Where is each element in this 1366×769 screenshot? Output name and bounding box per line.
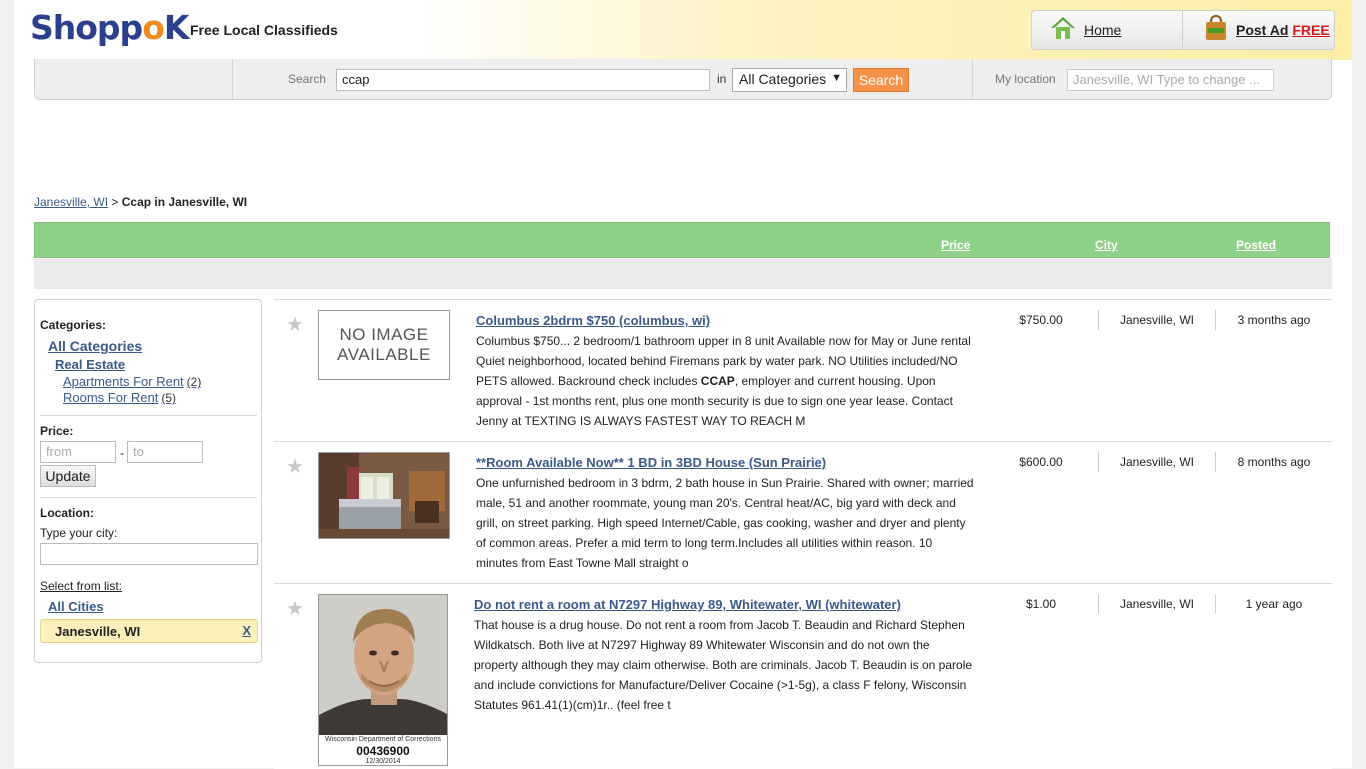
top-header: ShoppoK Free Local Classifieds Home Post… xyxy=(14,0,1352,60)
star-icon[interactable]: ★ xyxy=(286,312,304,337)
site-tagline: Free Local Classifieds xyxy=(190,22,338,38)
remove-city-button[interactable]: X xyxy=(242,623,251,638)
nav-divider xyxy=(1182,11,1183,49)
star-icon[interactable]: ★ xyxy=(286,596,304,621)
search-button[interactable]: Search xyxy=(853,68,909,92)
listing-city: Janesville, WI xyxy=(1119,313,1195,327)
no-image-line2: AVAILABLE xyxy=(337,345,431,364)
listing-price: $750.00 xyxy=(1019,313,1063,327)
listing-thumbnail[interactable]: Wisconsin Department of Corrections 0043… xyxy=(318,594,448,766)
category-select[interactable]: All Categories ▼ xyxy=(732,68,847,92)
listing-price: $1.00 xyxy=(1025,597,1057,611)
price-to-input[interactable]: to xyxy=(127,441,203,463)
category-item-count: (2) xyxy=(186,375,202,389)
category-item-rooms[interactable]: Rooms For Rent (5) xyxy=(63,390,176,405)
results-header-bar: Price City Posted xyxy=(34,222,1330,258)
listing-thumbnail[interactable]: NO IMAGE AVAILABLE xyxy=(318,310,450,380)
price-dash: - xyxy=(120,446,124,460)
home-link[interactable]: Home xyxy=(1050,16,1121,45)
filter-sidebar: Categories: All Categories Real Estate A… xyxy=(34,299,262,663)
listing-posted: 8 months ago xyxy=(1237,455,1311,469)
mugshot-date: 12/30/2014 xyxy=(365,758,401,765)
mugshot-photo xyxy=(319,595,447,735)
type-city-label: Type your city: xyxy=(40,526,118,540)
search-divider xyxy=(232,59,233,99)
in-label: in xyxy=(717,72,727,86)
category-select-value: All Categories xyxy=(739,71,827,87)
shoppok-logo[interactable]: ShoppoK xyxy=(30,8,189,47)
listing-description: One unfurnished bedroom in 3 bdrm, 2 bat… xyxy=(476,476,974,570)
listing-city: Janesville, WI xyxy=(1119,597,1195,611)
categories-title: Categories: xyxy=(40,318,107,332)
shopping-bag-icon xyxy=(1204,14,1228,46)
sidebar-divider xyxy=(40,415,257,416)
home-icon xyxy=(1050,16,1076,45)
listing-row: ★ Wisconsin Department of Corrections 00… xyxy=(274,583,1332,769)
listing-separator xyxy=(1098,310,1099,330)
post-ad-free-label[interactable]: FREE xyxy=(1292,22,1329,38)
category-item-label[interactable]: Apartments For Rent xyxy=(63,374,184,389)
all-cities-link[interactable]: All Cities xyxy=(48,599,104,614)
star-icon[interactable]: ★ xyxy=(286,454,304,479)
search-label: Search xyxy=(288,72,327,86)
price-from-input[interactable]: from xyxy=(40,441,116,463)
listing-row: ★ **Room Available Now** 1 BD in 3BD Hou… xyxy=(274,441,1332,583)
listing-separator xyxy=(1215,594,1216,614)
listing-separator xyxy=(1215,452,1216,472)
my-location-label: My location xyxy=(995,72,1056,86)
listing-posted: 1 year ago xyxy=(1245,597,1303,611)
chevron-down-icon: ▼ xyxy=(831,72,842,84)
no-image-line1: NO IMAGE xyxy=(339,325,429,344)
breadcrumb: Janesville, WI > Ccap in Janesville, WI xyxy=(34,195,247,209)
listing-separator xyxy=(1215,310,1216,330)
search-input[interactable]: ccap xyxy=(336,69,710,91)
no-image-placeholder: NO IMAGE AVAILABLE xyxy=(319,311,449,379)
location-divider xyxy=(972,59,973,99)
listing-posted: 3 months ago xyxy=(1237,313,1311,327)
breadcrumb-separator: > xyxy=(111,195,119,209)
category-item-label[interactable]: Rooms For Rent xyxy=(63,390,158,405)
mugshot-number: 00436900 xyxy=(356,744,410,758)
listing-separator xyxy=(1098,594,1099,614)
listing-description: Columbus $750... 2 bedroom/1 bathroom up… xyxy=(476,331,976,431)
breadcrumb-current: Ccap in Janesville, WI xyxy=(121,195,248,209)
breadcrumb-city-link[interactable]: Janesville, WI xyxy=(34,195,108,209)
listing-price: $600.00 xyxy=(1019,455,1063,469)
home-label[interactable]: Home xyxy=(1084,22,1121,38)
sort-city-link[interactable]: City xyxy=(1095,238,1118,252)
listing-city: Janesville, WI xyxy=(1119,455,1195,469)
listing-description-highlight: CCAP xyxy=(700,374,735,388)
bedroom-photo xyxy=(319,453,449,538)
select-from-list-label: Select from list: xyxy=(40,579,123,593)
listing-thumbnail[interactable] xyxy=(318,452,450,539)
mugshot-caption: Wisconsin Department of Corrections 0043… xyxy=(319,735,447,765)
results-subheader xyxy=(34,259,1332,289)
sort-posted-link[interactable]: Posted xyxy=(1236,238,1276,252)
listing-separator xyxy=(1098,452,1099,472)
post-ad-link[interactable]: Post Ad FREE xyxy=(1204,14,1330,46)
real-estate-link[interactable]: Real Estate xyxy=(55,357,125,372)
city-input[interactable] xyxy=(40,543,258,565)
search-bar: Search ccap in All Categories ▼ Search M… xyxy=(34,59,1332,100)
listing-description: That house is a drug house. Do not rent … xyxy=(474,618,973,712)
location-title: Location: xyxy=(40,506,94,520)
category-item-count: (5) xyxy=(161,391,177,405)
sidebar-divider xyxy=(40,497,257,498)
category-item-apartments[interactable]: Apartments For Rent (2) xyxy=(63,374,201,389)
listing-title[interactable]: **Room Available Now** 1 BD in 3BD House… xyxy=(476,455,826,470)
page: ShoppoK Free Local Classifieds Home Post… xyxy=(14,0,1352,769)
listing-title[interactable]: Columbus 2bdrm $750 (columbus, wi) xyxy=(476,313,710,328)
selected-city-name: Janesville, WI xyxy=(55,624,141,639)
price-title: Price: xyxy=(40,424,74,438)
top-nav: Home Post Ad FREE xyxy=(1031,10,1335,50)
location-input[interactable]: Janesville, WI Type to change ... xyxy=(1067,69,1274,91)
all-categories-link[interactable]: All Categories xyxy=(48,338,142,354)
post-ad-label[interactable]: Post Ad xyxy=(1236,22,1288,38)
listing-row: ★ NO IMAGE AVAILABLE Columbus 2bdrm $750… xyxy=(274,299,1332,441)
selected-city-chip: Janesville, WI X xyxy=(40,619,258,643)
listing-title[interactable]: Do not rent a room at N7297 Highway 89, … xyxy=(474,597,901,612)
price-update-button[interactable]: Update xyxy=(40,465,96,487)
sort-price-link[interactable]: Price xyxy=(941,238,970,252)
